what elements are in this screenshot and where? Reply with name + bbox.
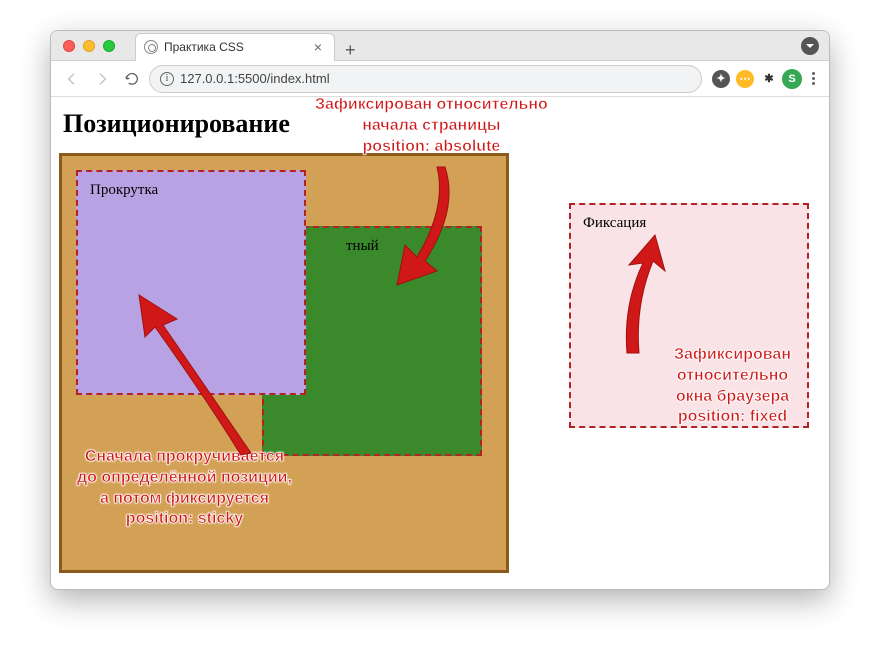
titlebar: Практика CSS × +	[51, 31, 829, 61]
extensions-puzzle-icon[interactable]: ✱	[760, 70, 778, 88]
tabstrip: Практика CSS × +	[135, 31, 801, 61]
maximize-window-button[interactable]	[103, 40, 115, 52]
annotation-absolute: Зафиксирован относительно начала страниц…	[315, 97, 548, 157]
extension-icon-1[interactable]: ✦	[712, 70, 730, 88]
annotation-fixed: Зафиксирован относительно окна браузера …	[674, 345, 791, 428]
close-tab-button[interactable]: ×	[310, 39, 326, 55]
url-text: 127.0.0.1:5500/index.html	[180, 71, 330, 86]
browser-window: Практика CSS × + i 127.0.0.1:5500/index.…	[50, 30, 830, 590]
tab-title: Практика CSS	[164, 40, 310, 54]
sticky-box-label: Прокрутка	[90, 182, 158, 198]
traffic-lights	[51, 40, 115, 52]
arrow-to-absolute-icon	[387, 167, 467, 292]
tab-overflow-button[interactable]	[801, 37, 819, 55]
extension-icons: ✦ ⋯ ✱	[712, 70, 778, 88]
profile-avatar[interactable]: S	[782, 69, 802, 89]
extension-icon-2[interactable]: ⋯	[736, 70, 754, 88]
chevron-down-icon	[801, 37, 819, 55]
address-bar[interactable]: i 127.0.0.1:5500/index.html	[149, 65, 702, 93]
globe-icon	[144, 40, 158, 54]
new-tab-button[interactable]: +	[335, 40, 366, 61]
menu-button[interactable]	[806, 72, 821, 85]
close-window-button[interactable]	[63, 40, 75, 52]
reload-button[interactable]	[119, 66, 145, 92]
tab-active[interactable]: Практика CSS ×	[135, 33, 335, 61]
minimize-window-button[interactable]	[83, 40, 95, 52]
site-info-icon[interactable]: i	[160, 72, 174, 86]
back-button[interactable]	[59, 66, 85, 92]
toolbar: i 127.0.0.1:5500/index.html ✦ ⋯ ✱ S	[51, 61, 829, 97]
arrow-to-fixed-icon	[599, 235, 679, 360]
absolute-box-label: тный	[346, 238, 379, 254]
fixed-box-label: Фиксация	[583, 215, 646, 231]
arrow-to-sticky-icon	[121, 285, 261, 460]
page-viewport: Позиционирование тный Прокрутка Фиксация…	[51, 97, 829, 589]
forward-button[interactable]	[89, 66, 115, 92]
